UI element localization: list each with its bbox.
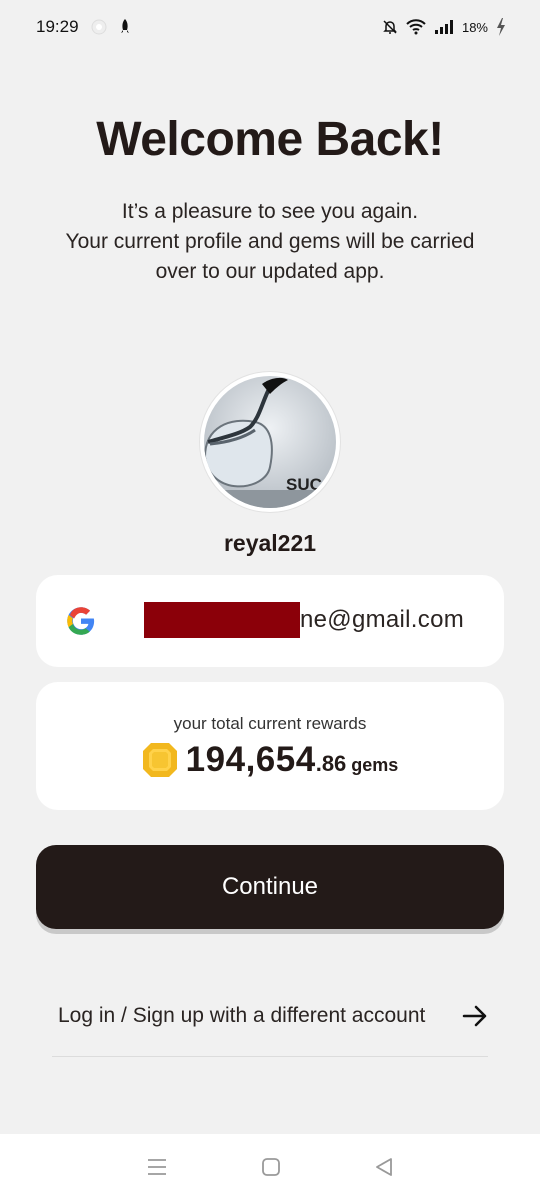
alt-login-label: Log in / Sign up with a different accoun…	[58, 1004, 426, 1027]
wifi-icon	[406, 19, 426, 35]
gems-decimal: .86	[315, 751, 347, 776]
rewards-label: your total current rewards	[173, 714, 367, 733]
battery-charging-icon	[496, 18, 506, 36]
back-icon[interactable]	[374, 1157, 394, 1177]
signal-icon	[434, 19, 454, 35]
status-bar: 19:29 18%	[0, 0, 540, 54]
status-time: 19:29	[36, 17, 79, 36]
page-title: Welcome Back!	[96, 113, 444, 166]
avatar: SUC	[200, 372, 340, 512]
divider	[52, 1056, 488, 1057]
email-redaction	[144, 602, 300, 638]
alt-login-link[interactable]: Log in / Sign up with a different accoun…	[58, 996, 488, 1036]
system-nav-bar	[0, 1134, 540, 1200]
rewards-card: your total current rewards 194,654 .86 g…	[36, 682, 504, 810]
home-icon[interactable]	[261, 1157, 281, 1177]
gem-icon	[142, 742, 178, 778]
account-card: ne@gmail.com	[36, 575, 504, 667]
menu-icon[interactable]	[146, 1158, 168, 1176]
gems-unit: gems	[351, 755, 399, 775]
rocket-icon	[119, 19, 131, 35]
continue-button[interactable]: Continue	[36, 845, 504, 929]
subtitle-line: over to our updated app.	[155, 260, 385, 283]
google-icon	[66, 606, 96, 636]
notification-dot-icon	[91, 19, 107, 35]
avatar-image: SUC	[204, 376, 336, 508]
gems-integer: 194,654	[185, 740, 316, 779]
welcome-subtitle: It’s a pleasure to see you again. Your c…	[0, 197, 540, 287]
avatar-text: SUC	[286, 475, 322, 494]
username: reyal221	[223, 530, 317, 556]
subtitle-line: It’s a pleasure to see you again.	[121, 200, 419, 223]
battery-percent: 18%	[461, 19, 488, 35]
status-left: 19:29	[36, 17, 131, 37]
rewards-amount: 194,654 .86 gems	[36, 740, 504, 780]
subtitle-line: Your current profile and gems will be ca…	[65, 230, 475, 253]
email-address: ne@gmail.com	[300, 606, 465, 633]
arrow-right-icon	[462, 1005, 488, 1027]
bell-off-icon	[382, 19, 398, 35]
status-right: 18%	[382, 18, 506, 36]
